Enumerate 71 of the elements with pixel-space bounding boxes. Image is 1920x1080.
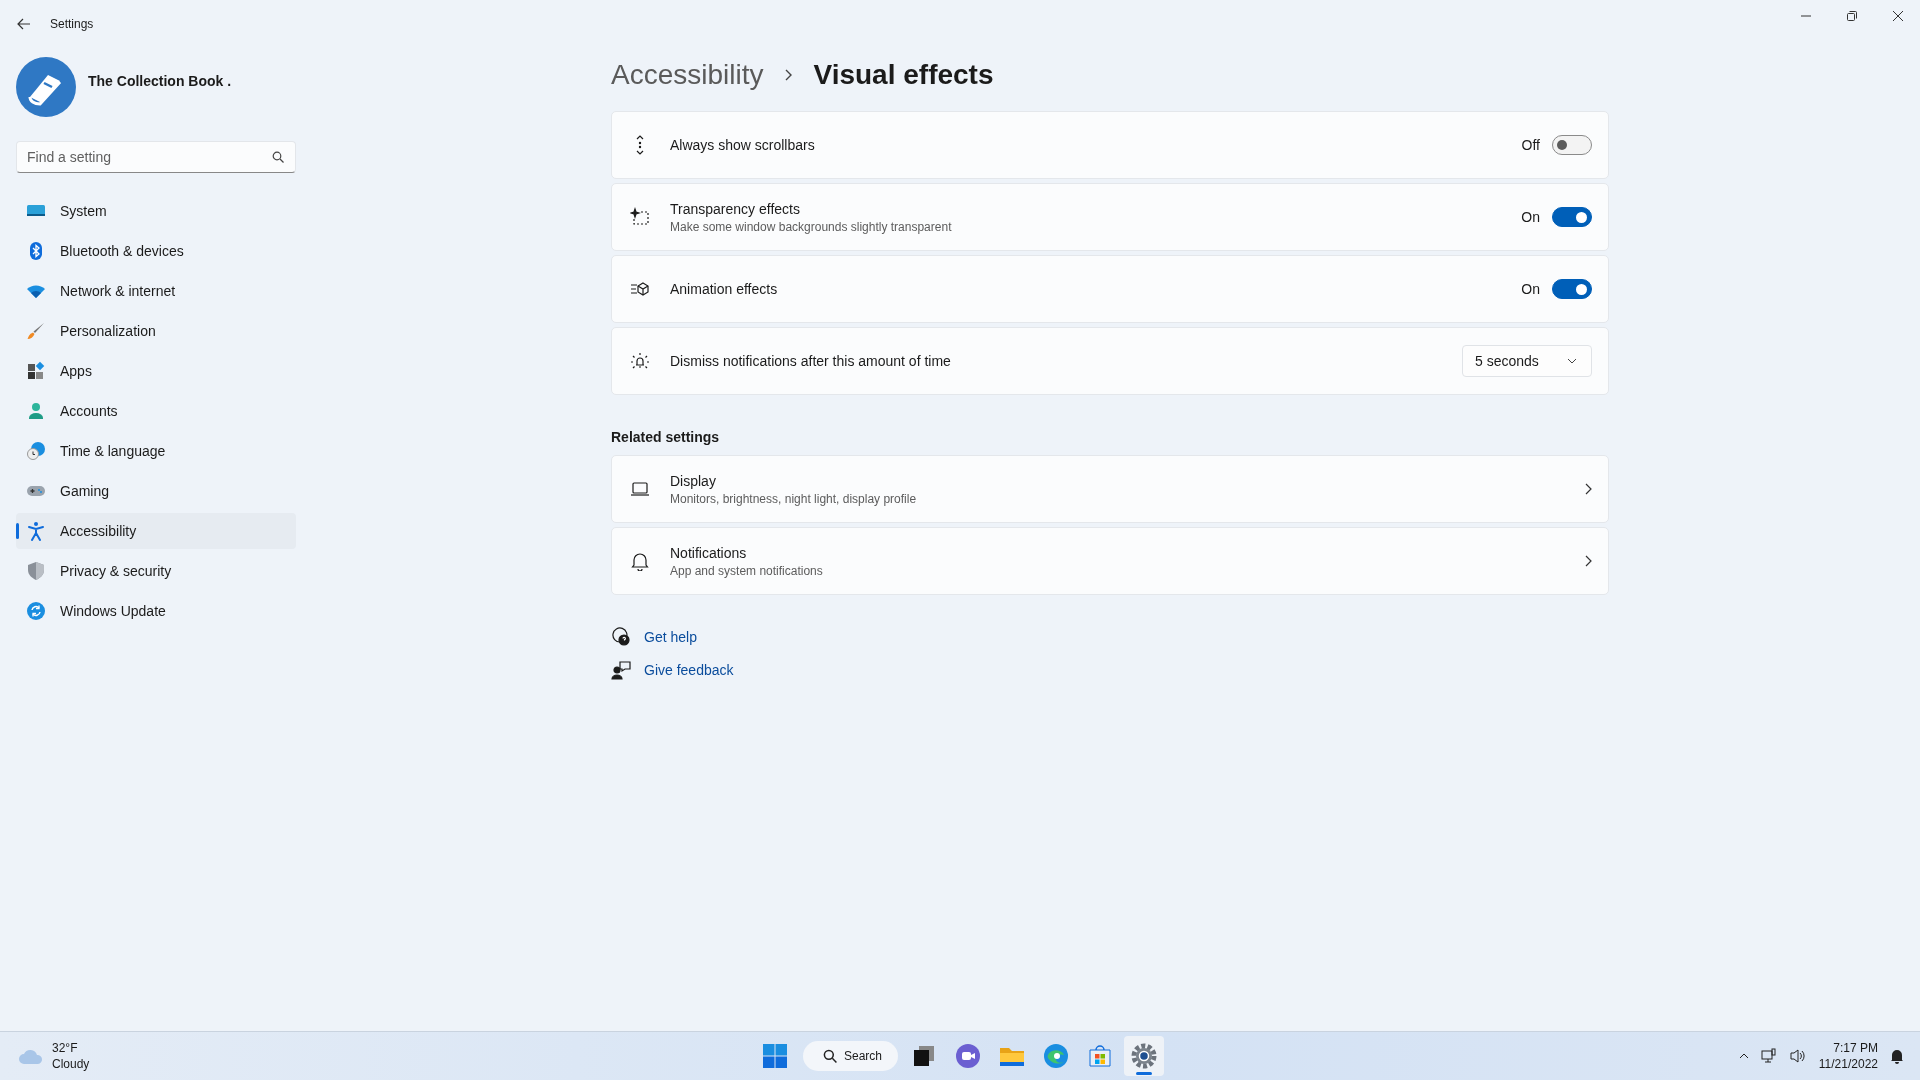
chevron-right-icon — [783, 68, 794, 82]
nav-item[interactable]: Apps — [16, 353, 296, 389]
help-link[interactable]: Get help — [644, 629, 697, 645]
breadcrumb-link[interactable]: Accessibility — [611, 59, 764, 91]
accessibility-icon — [26, 521, 46, 541]
clock[interactable]: 7:17 PM 11/21/2022 — [1818, 1041, 1878, 1071]
chevron-down-icon — [1567, 358, 1577, 364]
setting-title: Dismiss notifications after this amount of time — [670, 353, 952, 369]
setting-title: Animation effects — [670, 281, 779, 297]
bell-rays-icon — [630, 351, 650, 371]
section-heading: Related settings — [611, 429, 721, 445]
video-chat-icon[interactable] — [954, 1042, 983, 1070]
toggle-switch[interactable] — [1552, 207, 1592, 227]
close-icon[interactable] — [1892, 10, 1904, 22]
nav-item[interactable]: Time & language — [16, 433, 296, 469]
setting-title: Transparency effects — [670, 200, 801, 217]
toggle-state: On — [1521, 281, 1540, 297]
speaker-icon[interactable] — [1788, 1048, 1807, 1064]
nav-item[interactable]: Accessibility — [16, 513, 296, 549]
related-setting-card[interactable]: Notifications App and system notifications — [611, 527, 1609, 595]
chevron-right-icon — [1584, 555, 1592, 567]
nav-item[interactable]: Personalization — [16, 313, 296, 349]
nav-item[interactable]: Gaming — [16, 473, 296, 509]
nav-item[interactable]: Privacy & security — [16, 553, 296, 589]
sparkle-frame-icon — [630, 207, 650, 227]
gear-icon[interactable] — [1130, 1042, 1159, 1070]
apps-icon — [26, 361, 46, 381]
laptop-icon — [630, 479, 650, 499]
back-arrow-icon[interactable] — [17, 17, 31, 31]
nav-item[interactable]: System — [16, 193, 296, 229]
setting-description: Make some window backgrounds slightly transparent — [670, 219, 953, 234]
feedback-icon — [611, 660, 631, 680]
toggle-switch[interactable] — [1552, 135, 1592, 155]
weather-condition: Cloudy — [52, 1057, 90, 1071]
bell-icon[interactable] — [1890, 1048, 1904, 1064]
taskbar-search[interactable]: Search — [803, 1041, 899, 1071]
dropdown[interactable]: 5 seconds — [1462, 345, 1592, 377]
toggle-switch[interactable] — [1552, 279, 1592, 299]
globe-clock-icon — [26, 441, 46, 461]
network-icon[interactable] — [1760, 1048, 1777, 1064]
search-icon — [272, 151, 284, 163]
profile-name: The Collection Book . — [88, 73, 232, 89]
related-setting-card[interactable]: Display Monitors, brightness, night light, display profile — [611, 455, 1609, 523]
refresh-icon — [26, 601, 46, 621]
caret-up-icon[interactable] — [1738, 1053, 1749, 1059]
help-link[interactable]: Give feedback — [644, 662, 734, 678]
bell-icon — [630, 551, 650, 571]
nav-item[interactable]: Network & internet — [16, 273, 296, 309]
page-title: Visual effects — [813, 59, 994, 91]
setting-title: Notifications — [670, 544, 748, 561]
setting-description: Monitors, brightness, night light, display profile — [670, 491, 918, 506]
setting-description: App and system notifications — [670, 563, 824, 578]
nav-item[interactable]: Bluetooth & devices — [16, 233, 296, 269]
browser-icon[interactable] — [1042, 1042, 1071, 1070]
window-title: Settings — [50, 17, 94, 31]
setting-title: Display — [670, 472, 717, 489]
search-icon — [823, 1049, 837, 1063]
setting-title: Always show scrollbars — [670, 137, 816, 153]
toggle-state: On — [1521, 209, 1540, 225]
nav-item[interactable]: Windows Update — [16, 593, 296, 629]
weather-temperature: 32°F — [52, 1041, 79, 1055]
search-field[interactable]: Find a setting — [16, 141, 296, 173]
paintbrush-icon — [26, 321, 46, 341]
restore-icon[interactable] — [1846, 10, 1858, 22]
nav-item[interactable]: Accounts — [16, 393, 296, 429]
chevron-right-icon — [1584, 483, 1592, 495]
shield-icon — [26, 561, 46, 581]
toggle-state: Off — [1521, 137, 1540, 153]
person-icon — [26, 401, 46, 421]
start-icon[interactable] — [763, 1044, 787, 1068]
help-chat-icon — [611, 627, 631, 647]
